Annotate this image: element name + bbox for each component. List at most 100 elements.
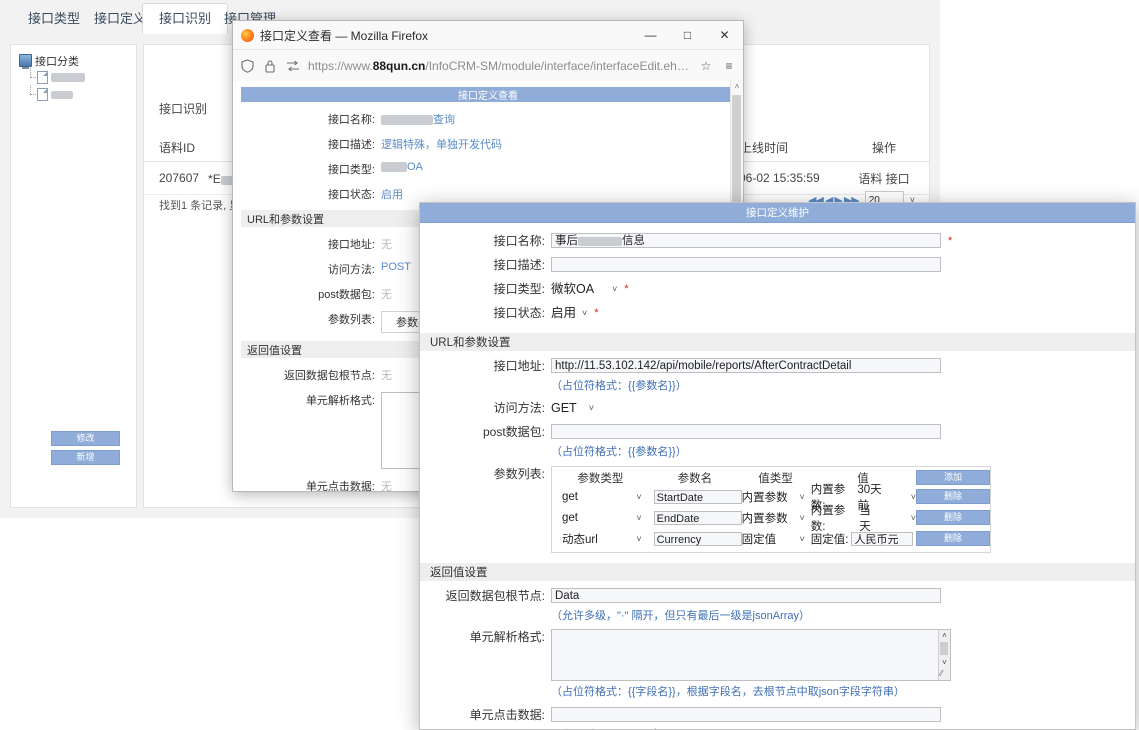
field-label: 访问方法: (327, 264, 375, 276)
field-row: 接口描述: 逻辑特殊，单独开发代码 (233, 136, 743, 152)
param-delete-button[interactable]: 删除 (915, 489, 990, 504)
param-value-select[interactable]: 当天 ˅ (859, 502, 916, 534)
chevron-down-icon: ˅ (588, 403, 594, 413)
click-data-input[interactable] (551, 707, 941, 722)
param-name-input[interactable]: StartDate (653, 489, 742, 504)
parse-format-row: 单元解析格式: ˄ ˅ ⁄⁄ (420, 629, 1135, 681)
chevron-down-icon: ˅ (636, 512, 642, 523)
field-label: 单元点击数据: (305, 481, 375, 491)
param-col-type: 参数类型 (577, 472, 624, 485)
interface-status-value: 启用 (551, 306, 577, 320)
param-type-select[interactable]: get ˅ (552, 512, 650, 524)
tree-item[interactable] (25, 85, 90, 102)
maximize-button[interactable]: □ (669, 21, 706, 49)
param-value-cell: 固定值: 人民币元 (811, 531, 916, 547)
param-name-input[interactable]: EndDate (653, 510, 742, 525)
field-value: 无 (381, 289, 392, 301)
cell-corpus-id: 207607 (159, 171, 200, 185)
field-value: 无 (381, 370, 392, 382)
interface-name-row: 接口名称: 事后 信息 * (420, 233, 1135, 250)
parse-format-textarea[interactable]: ˄ ˅ ⁄⁄ (551, 629, 951, 681)
scroll-up-icon[interactable]: ˄ (939, 630, 950, 641)
chevron-down-icon: ˅ (636, 533, 642, 544)
interface-desc-row: 接口描述: (420, 257, 1135, 274)
add-button[interactable]: 新增 (51, 450, 120, 465)
chevron-down-icon: ˅ (799, 512, 805, 523)
param-vtype-select[interactable]: 固定值 ˅ (742, 531, 811, 547)
scrollbar-thumb[interactable] (940, 642, 948, 655)
firefox-navbar: https://www.88qun.cn/InfoCRM-SM/module/i… (233, 50, 743, 82)
param-type-select[interactable]: get ˅ (552, 491, 650, 503)
url-bar[interactable]: https://www.88qun.cn/InfoCRM-SM/module/i… (308, 59, 691, 73)
post-body-row: post数据包: (420, 424, 1135, 441)
scroll-up-icon[interactable]: ˄ (731, 81, 743, 93)
field-label: 接口地址: (327, 239, 375, 251)
param-type-value: get (562, 511, 578, 524)
tree-root[interactable]: 接口分类 (19, 53, 90, 69)
http-method-select[interactable]: GET ˅ (551, 400, 594, 417)
interface-addr-input[interactable]: http://11.53.102.142/api/mobile/reports/… (551, 358, 941, 373)
param-vtype-select[interactable]: 内置参数 ˅ (742, 510, 811, 526)
interface-status-label: 接口状态: (493, 306, 545, 320)
param-delete-button[interactable]: 删除 (915, 531, 990, 546)
interface-type-select[interactable]: 微软OA ˅ (551, 281, 617, 298)
param-type-value: get (562, 490, 578, 503)
tree-connector-icon (25, 85, 37, 102)
parse-format-label: 单元解析格式: (469, 630, 545, 644)
param-value-cell: 内置参数: 当天 ˅ (811, 502, 916, 534)
tree-action-buttons: 修改 新增 (51, 431, 120, 469)
param-add-button[interactable]: 添加 (916, 470, 990, 485)
field-row: 接口名称: 查询 (233, 111, 743, 127)
post-body-label: post数据包: (482, 425, 545, 439)
param-type-select[interactable]: 动态url ˅ (552, 531, 650, 547)
root-node-input[interactable]: Data (551, 588, 941, 603)
root-node-row: 返回数据包根节点: Data (420, 588, 1135, 605)
param-value-input[interactable]: 人民币元 (851, 531, 914, 546)
page-banner-title: 接口定义查看 (241, 87, 735, 102)
interface-desc-input[interactable] (551, 257, 941, 272)
param-delete-button[interactable]: 删除 (915, 510, 990, 525)
shield-icon[interactable] (239, 58, 255, 74)
minimize-button[interactable]: — (632, 21, 669, 49)
scrollbar-thumb[interactable] (732, 95, 741, 215)
interface-addr-row: 接口地址: http://11.53.102.142/api/mobile/re… (420, 358, 1135, 375)
interface-type-label: 接口类型: (493, 282, 545, 296)
tab-label: 接口类型 (28, 11, 81, 26)
tree-connector-icon (25, 68, 37, 85)
click-data-row: 单元点击数据: (420, 707, 1135, 724)
hamburger-menu-icon[interactable]: ≡ (721, 58, 737, 74)
param-vtype-value: 内置参数 (741, 512, 788, 525)
document-icon (37, 88, 48, 101)
tree-item[interactable] (25, 68, 90, 85)
interface-name-input[interactable]: 事后 信息 (551, 233, 941, 248)
chevron-down-icon: ˅ (636, 491, 642, 502)
param-vtype-select[interactable]: 内置参数 ˅ (742, 489, 811, 505)
close-button[interactable]: ✕ (706, 21, 743, 49)
param-name-input[interactable]: Currency (653, 531, 742, 546)
field-value: POST (381, 261, 411, 273)
param-value-kind-label: 内置参数: (810, 504, 846, 533)
interface-type-row: 接口类型: 微软OA ˅ * (420, 281, 1135, 298)
interface-type-value: 微软OA (551, 282, 595, 296)
bookmark-star-icon[interactable]: ☆ (698, 58, 714, 74)
post-body-input[interactable] (551, 424, 941, 439)
firefox-titlebar[interactable]: 接口定义查看 — Mozilla Firefox — □ ✕ (233, 21, 743, 50)
chevron-down-icon: ˅ (799, 491, 805, 502)
lock-icon[interactable] (262, 58, 278, 74)
computer-icon (19, 54, 32, 69)
param-row: get ˅ StartDate 内置参数 ˅ 内置参数: 30天前 ˅ 删除 (552, 484, 990, 512)
resize-grip-icon[interactable]: ⁄⁄ (940, 667, 943, 680)
interface-status-select[interactable]: 启用 ˅ (551, 305, 587, 322)
textarea-scrollbar[interactable]: ˄ ˅ ⁄⁄ (938, 630, 950, 680)
click-data-label: 单元点击数据: (469, 708, 545, 722)
param-row: get ˅ EndDate 内置参数 ˅ 内置参数: 当天 ˅ 删除 (552, 505, 990, 533)
param-value-kind-label: 固定值: (810, 533, 849, 546)
field-label: 单元解析格式: (305, 395, 375, 407)
redacted-label (51, 90, 73, 99)
permissions-icon[interactable] (285, 58, 301, 74)
modify-button[interactable]: 修改 (51, 431, 120, 446)
param-table: 参数类型 参数名 值类型 值 添加 get ˅ StartDate 内置参数 ˅… (551, 466, 991, 553)
category-tree: 接口分类 (19, 53, 90, 104)
param-vtype-value: 内置参数 (741, 491, 788, 504)
field-value: 逻辑特殊，单独开发代码 (381, 139, 502, 151)
